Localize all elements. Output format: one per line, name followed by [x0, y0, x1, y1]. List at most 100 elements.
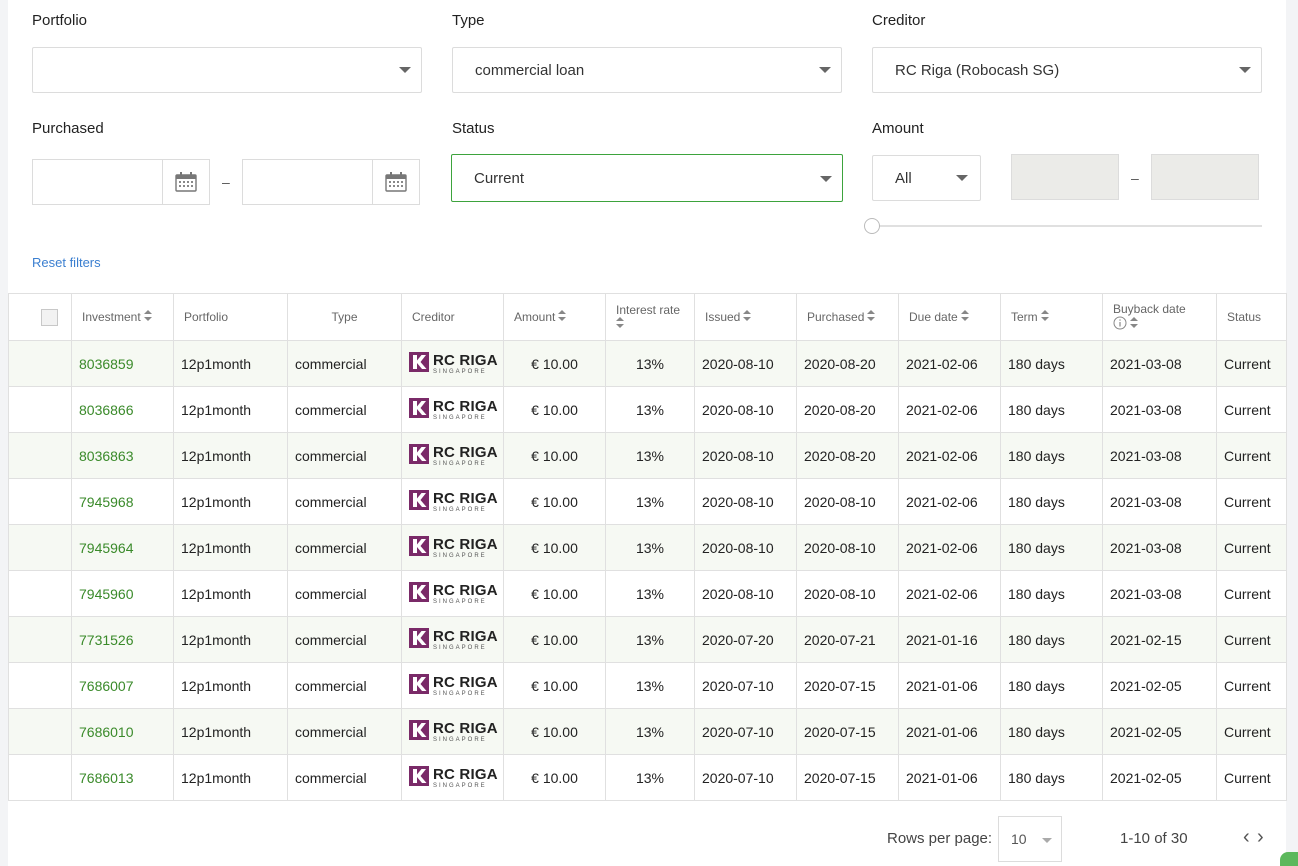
creditor-logo-subtext: SINGAPORE: [433, 414, 487, 421]
amount-slider-handle[interactable]: [864, 218, 880, 234]
investment-id[interactable]: 7731526: [71, 616, 174, 663]
creditor-logo-subtext: SINGAPORE: [433, 506, 487, 513]
table-row[interactable]: 7731526 12p1month commercial RC RIGA SINGAPO…: [8, 616, 1287, 663]
investments-table: Investment Portfolio Type Creditor Amoun…: [8, 293, 1287, 801]
row-select-cell[interactable]: [8, 662, 72, 709]
type-select[interactable]: commercial loan: [452, 47, 842, 93]
purchased-to-input[interactable]: [242, 159, 420, 205]
portfolio-cell: 12p1month: [173, 432, 288, 479]
investment-id[interactable]: 7945964: [71, 524, 174, 571]
status-select[interactable]: Current: [451, 154, 843, 202]
table-row[interactable]: 7686013 12p1month commercial RC RIGA SINGAPO…: [8, 754, 1287, 801]
col-amount[interactable]: Amount: [503, 293, 606, 341]
pagination-range: 1-10 of 30: [1120, 830, 1188, 847]
sort-icon[interactable]: [1040, 310, 1049, 324]
row-select-cell[interactable]: [8, 340, 72, 387]
col-due-date[interactable]: Due date: [898, 293, 1001, 341]
sort-icon[interactable]: [743, 310, 752, 324]
investment-id[interactable]: 7686007: [71, 662, 174, 709]
investment-id[interactable]: 8036859: [71, 340, 174, 387]
row-select-cell[interactable]: [8, 616, 72, 663]
issued-cell: 2020-07-20: [694, 616, 797, 663]
prev-page-button[interactable]: ‹: [1243, 826, 1250, 849]
col-creditor: Creditor: [401, 293, 504, 341]
creditor-logo: RC RIGA SINGAPORE: [409, 720, 503, 743]
investment-id[interactable]: 8036863: [71, 432, 174, 479]
sort-icon[interactable]: [143, 310, 152, 324]
investment-id[interactable]: 7945968: [71, 478, 174, 525]
sort-icon[interactable]: [558, 310, 567, 324]
amount-min-input[interactable]: [1011, 154, 1119, 200]
table-row[interactable]: 7686010 12p1month commercial RC RIGA SINGAPO…: [8, 708, 1287, 755]
col-purchased[interactable]: Purchased: [796, 293, 899, 341]
next-page-button[interactable]: ›: [1257, 826, 1264, 849]
chat-widget-button[interactable]: [1280, 852, 1298, 866]
row-select-cell[interactable]: [8, 386, 72, 433]
rows-per-page-select[interactable]: 10: [998, 816, 1062, 862]
investment-id[interactable]: 8036866: [71, 386, 174, 433]
interest-rate-cell: 13%: [605, 478, 695, 525]
investment-id[interactable]: 7686010: [71, 708, 174, 755]
col-term[interactable]: Term: [1000, 293, 1103, 341]
row-select-cell[interactable]: [8, 754, 72, 801]
table-header-row: Investment Portfolio Type Creditor Amoun…: [8, 293, 1287, 341]
calendar-icon[interactable]: [372, 160, 419, 204]
table-row[interactable]: 8036859 12p1month commercial RC RIGA SINGAPO…: [8, 340, 1287, 387]
info-icon[interactable]: [1113, 316, 1127, 333]
amount-mode-select[interactable]: All: [872, 155, 981, 201]
type-select-value: commercial loan: [475, 61, 585, 79]
table-row[interactable]: 7945968 12p1month commercial RC RIGA SINGAPO…: [8, 478, 1287, 525]
purchased-from-input[interactable]: [32, 159, 210, 205]
col-interest-rate[interactable]: Interest rate: [605, 293, 695, 341]
sort-icon[interactable]: [616, 317, 624, 331]
table-body: 8036859 12p1month commercial RC RIGA SINGAPO…: [8, 340, 1287, 801]
rc-logo-icon: [409, 398, 429, 421]
sort-icon[interactable]: [960, 310, 969, 324]
type-cell: commercial: [287, 708, 402, 755]
amount-max-input[interactable]: [1151, 154, 1259, 200]
creditor-logo-text: RC RIGA: [433, 351, 498, 369]
investment-id[interactable]: 7686013: [71, 754, 174, 801]
investment-id[interactable]: 7945960: [71, 570, 174, 617]
col-buyback-date[interactable]: Buyback date: [1102, 293, 1217, 341]
amount-range-dash: –: [1131, 170, 1139, 186]
table-row[interactable]: 8036866 12p1month commercial RC RIGA SINGAPO…: [8, 386, 1287, 433]
amount-cell: € 10.00: [503, 478, 606, 525]
row-select-cell[interactable]: [8, 432, 72, 479]
type-cell: commercial: [287, 386, 402, 433]
row-select-cell[interactable]: [8, 708, 72, 755]
status-cell: Current: [1216, 432, 1287, 479]
col-amount-label: Amount: [514, 309, 556, 324]
creditor-logo-subtext: SINGAPORE: [433, 690, 487, 697]
col-issued[interactable]: Issued: [694, 293, 797, 341]
row-select-cell[interactable]: [8, 570, 72, 617]
row-select-cell[interactable]: [8, 478, 72, 525]
buyback-date-cell: 2021-03-08: [1102, 386, 1217, 433]
term-cell: 180 days: [1000, 708, 1103, 755]
reset-filters-link[interactable]: Reset filters: [32, 255, 101, 270]
issued-cell: 2020-08-10: [694, 386, 797, 433]
table-row[interactable]: 7945964 12p1month commercial RC RIGA SINGAPO…: [8, 524, 1287, 571]
creditor-cell: RC RIGA SINGAPORE: [401, 708, 504, 755]
status-cell: Current: [1216, 616, 1287, 663]
creditor-logo-subtext: SINGAPORE: [433, 782, 487, 789]
sort-icon[interactable]: [867, 310, 876, 324]
col-investment[interactable]: Investment: [71, 293, 174, 341]
sort-icon[interactable]: [1130, 317, 1138, 331]
creditor-select[interactable]: RC Riga (Robocash SG): [872, 47, 1262, 93]
row-select-cell[interactable]: [8, 524, 72, 571]
creditor-cell: RC RIGA SINGAPORE: [401, 478, 504, 525]
creditor-logo: RC RIGA SINGAPORE: [409, 766, 503, 789]
portfolio-select[interactable]: [32, 47, 422, 93]
amount-slider-track[interactable]: [872, 225, 1262, 227]
select-all-checkbox[interactable]: [41, 308, 58, 326]
chevron-down-icon: [1042, 838, 1052, 843]
type-cell: commercial: [287, 754, 402, 801]
creditor-logo-text: RC RIGA: [433, 489, 498, 507]
calendar-icon[interactable]: [162, 160, 209, 204]
purchased-cell: 2020-08-10: [796, 524, 899, 571]
table-row[interactable]: 8036863 12p1month commercial RC RIGA SINGAPO…: [8, 432, 1287, 479]
table-row[interactable]: 7686007 12p1month commercial RC RIGA SINGAPO…: [8, 662, 1287, 709]
table-row[interactable]: 7945960 12p1month commercial RC RIGA SINGAPO…: [8, 570, 1287, 617]
status-cell: Current: [1216, 570, 1287, 617]
